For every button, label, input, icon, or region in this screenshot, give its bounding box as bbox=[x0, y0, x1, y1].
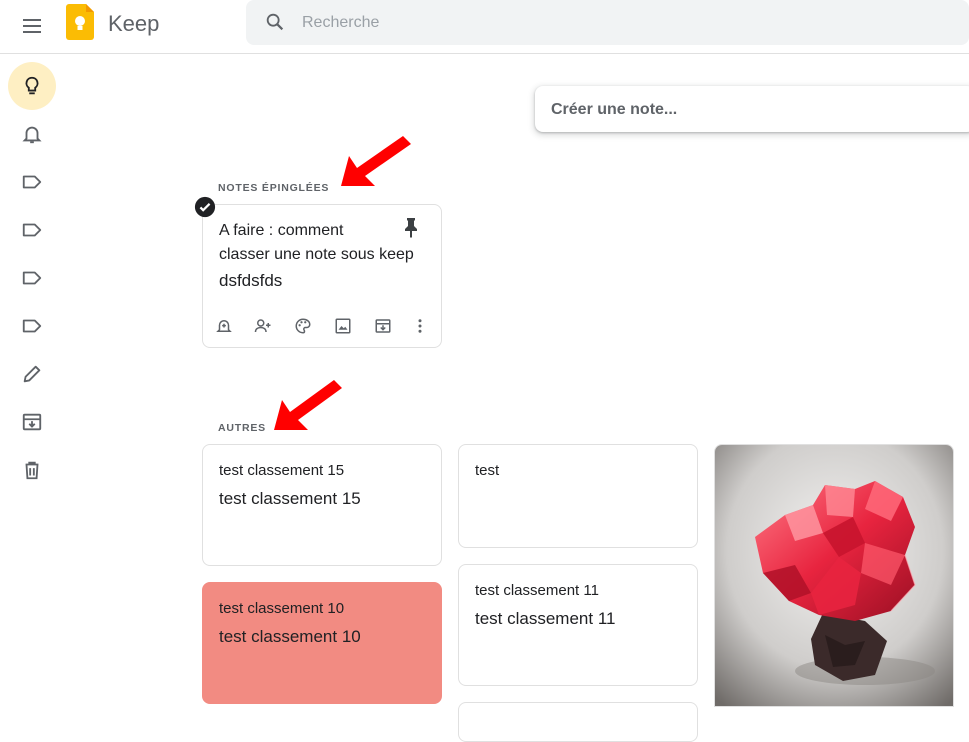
note-title: test bbox=[475, 462, 500, 479]
archive-icon[interactable] bbox=[374, 317, 392, 335]
lightbulb-icon bbox=[25, 76, 39, 95]
note-body: dsfdsfds bbox=[219, 271, 283, 290]
sidebar-item-label-2[interactable] bbox=[8, 206, 56, 254]
others-section-label: AUTRES bbox=[218, 422, 266, 434]
palette-icon[interactable] bbox=[294, 317, 312, 335]
sidebar-item-edit-labels[interactable] bbox=[8, 350, 56, 398]
note-card[interactable]: test classement 15 test classement 15 bbox=[202, 444, 442, 566]
annotation-arrow-pinned bbox=[341, 136, 411, 186]
app-name[interactable]: Keep bbox=[108, 11, 159, 37]
sidebar-item-notes[interactable] bbox=[8, 62, 56, 110]
sidebar-item-reminders[interactable] bbox=[8, 110, 56, 158]
note-card[interactable]: test classement 11 test classement 11 bbox=[458, 564, 698, 686]
note-card-red[interactable]: test classement 10 test classement 10 bbox=[202, 582, 442, 704]
note-body: test classement 15 bbox=[219, 489, 361, 508]
search-input[interactable] bbox=[302, 0, 902, 45]
pencil-icon bbox=[23, 365, 41, 383]
note-card[interactable]: test bbox=[458, 444, 698, 548]
label-icon bbox=[22, 319, 42, 333]
pinned-section-label: NOTES ÉPINGLÉES bbox=[218, 182, 330, 194]
search-bar[interactable] bbox=[246, 0, 969, 45]
image-icon[interactable] bbox=[334, 317, 352, 335]
select-note-check-icon[interactable] bbox=[194, 196, 216, 218]
label-icon bbox=[22, 175, 42, 189]
sidebar-item-label-3[interactable] bbox=[8, 254, 56, 302]
remind-me-icon[interactable] bbox=[215, 317, 233, 335]
annotation-arrow-others bbox=[274, 380, 342, 430]
more-options-icon[interactable] bbox=[411, 317, 429, 335]
note-title: test classement 15 bbox=[219, 462, 345, 479]
collaborator-icon[interactable] bbox=[254, 317, 272, 335]
label-icon bbox=[22, 271, 42, 285]
pin-icon[interactable] bbox=[399, 215, 423, 239]
sidebar-item-archive[interactable] bbox=[8, 398, 56, 446]
sidebar-item-trash[interactable] bbox=[8, 446, 56, 494]
create-note-placeholder: Créer une note... bbox=[551, 101, 678, 118]
note-title: test classement 10 bbox=[219, 600, 345, 617]
trash-icon bbox=[25, 461, 39, 480]
label-icon bbox=[22, 223, 42, 237]
create-note-input[interactable]: Créer une note... bbox=[535, 86, 969, 132]
main-menu-icon[interactable] bbox=[20, 14, 44, 38]
top-bar: Keep bbox=[0, 0, 969, 54]
sidebar-item-label-1[interactable] bbox=[8, 158, 56, 206]
note-title: A faire : comment classer une note sous … bbox=[219, 222, 414, 263]
archive-icon bbox=[22, 413, 42, 431]
mineral-crystal-image bbox=[715, 445, 953, 706]
note-title: test classement 11 bbox=[475, 582, 599, 599]
keep-logo[interactable] bbox=[66, 4, 94, 40]
search-icon[interactable] bbox=[264, 11, 286, 33]
note-body: test classement 10 bbox=[219, 627, 361, 646]
image-note-card[interactable] bbox=[714, 444, 954, 707]
sidebar-item-label-4[interactable] bbox=[8, 302, 56, 350]
bell-icon bbox=[22, 126, 42, 144]
note-card[interactable] bbox=[458, 702, 698, 742]
note-body: test classement 11 bbox=[475, 609, 616, 628]
